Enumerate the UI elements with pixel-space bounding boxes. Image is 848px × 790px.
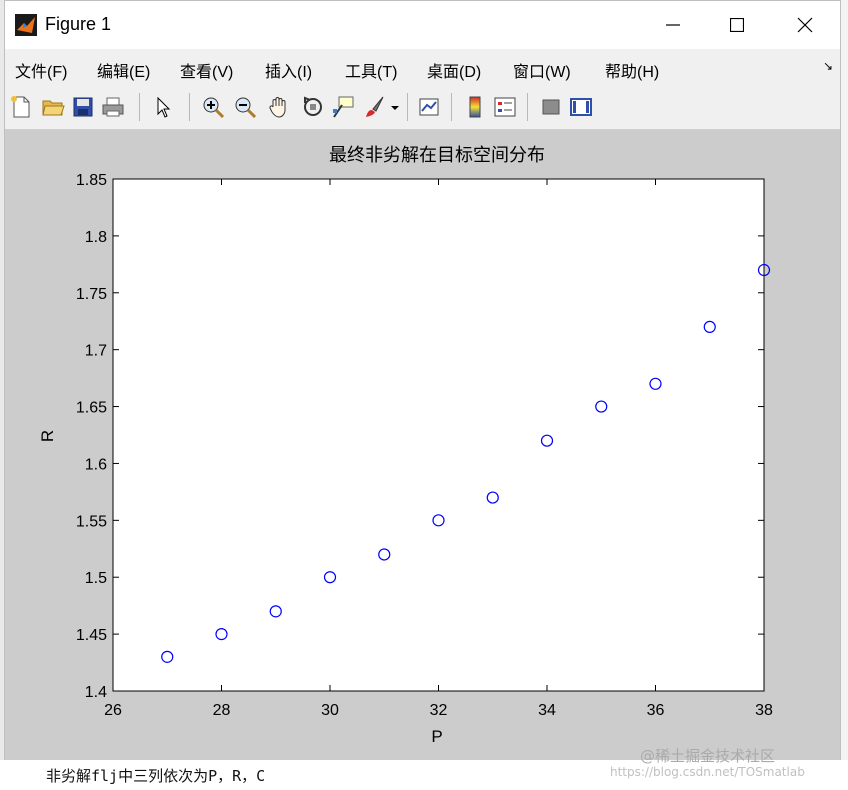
y-tick-label: 1.7: [85, 343, 107, 360]
rotate-3d-icon[interactable]: [301, 95, 325, 119]
y-tick-label: 1.6: [85, 456, 107, 473]
x-tick-label: 32: [430, 702, 448, 719]
pointer-icon[interactable]: [151, 95, 175, 119]
open-folder-icon[interactable]: [41, 95, 65, 119]
menu-edit[interactable]: 编辑(E): [97, 58, 150, 82]
new-file-icon[interactable]: [9, 95, 33, 119]
toolbar-separator: [139, 93, 140, 121]
hide-plot-tools-icon[interactable]: [539, 95, 563, 119]
x-axis-label: P: [431, 727, 442, 746]
menu-view[interactable]: 查看(V): [180, 58, 233, 82]
title-bar[interactable]: Figure 1: [5, 1, 840, 49]
save-icon[interactable]: [71, 95, 95, 119]
maximize-button[interactable]: [705, 1, 769, 49]
y-tick-label: 1.8: [85, 229, 107, 246]
zoom-in-icon[interactable]: [201, 95, 225, 119]
toolbar-separator: [189, 93, 190, 121]
menu-insert[interactable]: 插入(I): [265, 58, 312, 82]
menu-tools[interactable]: 工具(T): [345, 58, 397, 82]
figure-window: Figure 1 文件(F) 编辑(E) 查看(V) 插入(I) 工具(T) 桌…: [4, 0, 841, 761]
x-tick-label: 38: [755, 702, 773, 719]
toolbar-separator: [407, 93, 408, 121]
print-icon[interactable]: [101, 95, 125, 119]
watermark-url: https://blog.csdn.net/TOSmatlab: [610, 765, 805, 779]
x-tick-label: 28: [213, 702, 231, 719]
y-tick-label: 1.55: [76, 513, 107, 530]
y-tick-label: 1.85: [76, 172, 107, 189]
figure-canvas[interactable]: 26 28 30 32 34 36 38 1.4 1.45 1.5 1.55 1.6 1.65 1.7 1.…: [5, 130, 840, 761]
menu-help[interactable]: 帮助(H): [605, 58, 659, 82]
scatter-chart: 26 28 30 32 34 36 38 1.4 1.45 1.5 1.55 1.6 1.65 1.7 1.…: [38, 145, 773, 746]
dropdown-arrow-icon[interactable]: [389, 95, 401, 119]
axes-background: [112, 178, 765, 692]
toolbar: [5, 87, 840, 130]
data-cursor-icon[interactable]: [331, 95, 355, 119]
y-tick-label: 1.45: [76, 627, 107, 644]
zoom-out-icon[interactable]: [233, 95, 257, 119]
x-tick-label: 26: [104, 702, 122, 719]
show-plot-tools-icon[interactable]: [569, 95, 593, 119]
toolbar-separator: [451, 93, 452, 121]
link-plot-icon[interactable]: [417, 95, 441, 119]
caption-text: 非劣解flj中三列依次为P，R，C: [46, 767, 266, 785]
legend-icon[interactable]: [493, 95, 517, 119]
chart-title: 最终非劣解在目标空间分布: [329, 145, 545, 166]
menu-bar: 文件(F) 编辑(E) 查看(V) 插入(I) 工具(T) 桌面(D) 窗口(W…: [5, 51, 840, 85]
pan-hand-icon[interactable]: [267, 95, 291, 119]
close-icon: [797, 17, 813, 33]
watermark-brand: @稀土掘金技术社区: [640, 747, 776, 765]
y-tick-label: 1.5: [85, 570, 107, 587]
toolbar-separator: [527, 93, 528, 121]
y-axis-label: R: [38, 430, 57, 442]
y-tick-label: 1.65: [76, 400, 107, 417]
menu-desktop[interactable]: 桌面(D): [427, 58, 481, 82]
y-tick-label: 1.4: [85, 684, 107, 701]
colorbar-icon[interactable]: [463, 95, 487, 119]
x-tick-label: 30: [321, 702, 339, 719]
y-tick-label: 1.75: [76, 286, 107, 303]
menu-file[interactable]: 文件(F): [15, 58, 67, 82]
matlab-icon: [15, 14, 37, 36]
close-button[interactable]: [773, 1, 837, 49]
x-tick-label: 34: [538, 702, 556, 719]
window-title: Figure 1: [45, 14, 112, 34]
minimize-icon: [666, 24, 680, 26]
brush-icon[interactable]: [363, 95, 387, 119]
menu-window[interactable]: 窗口(W): [513, 58, 571, 82]
menu-dock-arrow-icon[interactable]: ↘: [823, 59, 833, 73]
maximize-icon: [730, 18, 744, 32]
minimize-button[interactable]: [641, 1, 705, 49]
x-tick-label: 36: [647, 702, 665, 719]
